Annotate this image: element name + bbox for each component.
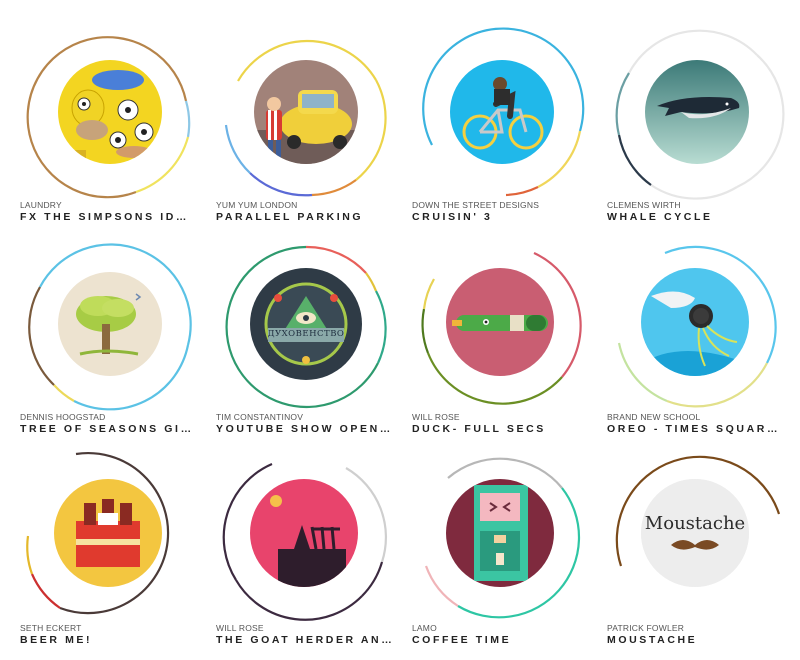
studio-name: YUM YUM LONDON	[216, 200, 298, 210]
parking-car-thumbnail[interactable]	[254, 60, 358, 164]
video-title[interactable]: TREE OF SEASONS GI…	[20, 423, 200, 435]
studio-name: DOWN THE STREET DESIGNS	[412, 200, 540, 210]
video-card[interactable]: LAMO COFFEE TIME	[412, 448, 608, 660]
video-card[interactable]: DENNIS HOOGSTAD TREE OF SEASONS GI…	[20, 237, 216, 449]
studio-name: DENNIS HOOGSTAD	[20, 412, 106, 422]
video-card[interactable]: Moustache PATRICK FOWLER MOUSTACHE	[607, 448, 800, 660]
studio-name: PATRICK FOWLER	[607, 623, 685, 633]
studio-name: BRAND NEW SCHOOL	[607, 412, 701, 422]
duck-thumbnail[interactable]	[446, 268, 554, 376]
beer-pack-thumbnail[interactable]	[54, 479, 162, 587]
studio-name: CLEMENS WIRTH	[607, 200, 681, 210]
video-card[interactable]: ДУХОВЕНСТВО TIM CONSTANTINOV YOUTUBE SHO…	[216, 237, 412, 449]
video-title[interactable]: COFFEE TIME	[412, 634, 592, 646]
video-grid: LAUNDRY FX THE SIMPSONS ID… YUM YUM LOND…	[0, 0, 800, 660]
tree-thumbnail[interactable]	[58, 272, 162, 376]
moustache-word: Moustache	[644, 513, 746, 534]
studio-name: LAUNDRY	[20, 200, 62, 210]
video-title[interactable]: OREO - TIMES SQUAR…	[607, 423, 787, 435]
goat-herder-thumbnail[interactable]	[250, 479, 358, 587]
video-card[interactable]: LAUNDRY FX THE SIMPSONS ID…	[20, 25, 216, 237]
cyclist-thumbnail[interactable]	[450, 60, 554, 164]
video-card[interactable]: SETH ECKERT BEER ME!	[20, 448, 216, 660]
video-title[interactable]: WHALE CYCLE	[607, 211, 787, 223]
video-title[interactable]: PARALLEL PARKING	[216, 211, 396, 223]
video-title[interactable]: FX THE SIMPSONS ID…	[20, 211, 200, 223]
whale-thumbnail[interactable]	[645, 60, 749, 164]
video-card[interactable]: CLEMENS WIRTH WHALE CYCLE	[607, 25, 800, 237]
video-card[interactable]: DOWN THE STREET DESIGNS CRUISIN' 3	[412, 25, 608, 237]
video-title[interactable]: CRUISIN' 3	[412, 211, 592, 223]
badge-text: ДУХОВЕНСТВО	[267, 329, 345, 339]
video-card[interactable]: WILL ROSE THE GOAT HERDER AN…	[216, 448, 412, 660]
badge-thumbnail[interactable]: ДУХОВЕНСТВО	[250, 268, 362, 380]
video-title[interactable]: DUCK- FULL SECS	[412, 423, 592, 435]
video-card[interactable]: BRAND NEW SCHOOL OREO - TIMES SQUAR…	[607, 237, 800, 449]
video-card[interactable]: WILL ROSE DUCK- FULL SECS	[412, 237, 608, 449]
video-title[interactable]: MOUSTACHE	[607, 634, 787, 646]
video-title[interactable]: YOUTUBE SHOW OPEN…	[216, 423, 396, 435]
video-title[interactable]: THE GOAT HERDER AN…	[216, 634, 396, 646]
moustache-thumbnail[interactable]: Moustache	[641, 479, 749, 587]
coffee-machine-thumbnail[interactable]	[446, 479, 554, 587]
studio-name: SETH ECKERT	[20, 623, 82, 633]
video-card[interactable]: YUM YUM LONDON PARALLEL PARKING	[216, 25, 412, 237]
oreo-hand-thumbnail[interactable]	[641, 268, 749, 376]
studio-name: WILL ROSE	[216, 623, 264, 633]
studio-name: LAMO	[412, 623, 437, 633]
studio-name: WILL ROSE	[412, 412, 460, 422]
studio-name: TIM CONSTANTINOV	[216, 412, 304, 422]
video-title[interactable]: BEER ME!	[20, 634, 200, 646]
simpsons-thumbnail[interactable]	[58, 60, 162, 164]
